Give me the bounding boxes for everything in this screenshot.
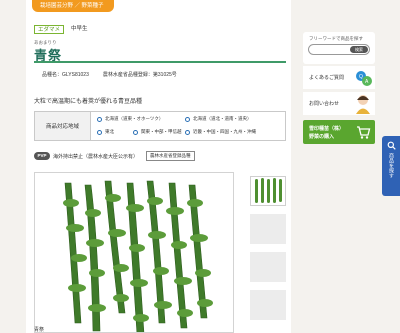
faq-icon: Q A (356, 71, 372, 86)
thumbnail-2[interactable] (250, 214, 286, 244)
search-title: フリーワードで商品を探す (309, 36, 363, 41)
radio-icon (97, 116, 102, 122)
shop-line1: 雪印種苗（株） (309, 126, 345, 132)
main-content: 栽培園芸分野 ／ 野菜種子 エダマメ 中早生 あおまりり 青祭 品種名：GLYS… (26, 0, 291, 333)
area-item: 東北 (97, 129, 114, 135)
radio-icon (185, 116, 190, 122)
search-button[interactable]: 検索 (350, 46, 368, 53)
thumbnail-3[interactable] (250, 252, 286, 282)
area-item: 北海道（道東・オホーツク） (97, 116, 163, 122)
faq-label: よくあるご質問 (309, 75, 345, 81)
sidebar-search: フリーワードで商品を探す 検索 (303, 32, 375, 64)
product-registration: 品種名：GLYS81023 農林水産省品種登録：第31025号 (42, 71, 177, 78)
cart-icon (357, 126, 371, 139)
photo-caption: 青祭 (34, 327, 45, 333)
radio-icon (185, 129, 190, 135)
area-box: 商品対応地域 北海道（道東・オホーツク） 北海道（道北・道南・道央） 東北 関東… (34, 111, 286, 141)
search-icon (387, 141, 396, 150)
breadcrumb[interactable]: 栽培園芸分野 ／ 野菜種子 (32, 0, 114, 12)
pvp-text: 海外持出禁止（農林水産大臣公示有） (53, 153, 139, 160)
floating-search-label: 商品を探す (388, 153, 394, 178)
thumbnail-1[interactable] (250, 176, 286, 206)
edamame-thumbnail-image (251, 177, 285, 205)
thumbnail-4[interactable] (250, 290, 286, 320)
tag-maturity: 中早生 (68, 25, 91, 34)
contact-label: お問い合わせ (309, 101, 340, 107)
title-divider (34, 61, 286, 63)
edamame-image (35, 173, 233, 332)
registration-number: 農林水産省品種登録：第31025号 (102, 72, 177, 78)
shop-line2: 野菜の購入 (309, 134, 335, 140)
product-catchphrase: 大粒で高温期にも着莢が優れる青豆品種 (34, 99, 143, 105)
registered-badge: 農林水産省登録品種 (146, 151, 195, 161)
area-item: 関東・中部・甲信越 (133, 129, 182, 135)
radio-icon (133, 129, 138, 135)
search-input[interactable]: 検索 (308, 44, 370, 55)
page: 栽培園芸分野 ／ 野菜種子 エダマメ 中早生 あおまりり 青祭 品種名：GLYS… (26, 0, 375, 333)
pvp-icon: PVP (34, 152, 50, 160)
radio-icon (97, 129, 102, 135)
sidebar-faq[interactable]: よくあるご質問 Q A (303, 66, 375, 89)
pvp-notice: PVP 海外持出禁止（農林水産大臣公示有） 農林水産省登録品種 (34, 151, 195, 161)
svg-text:Q: Q (359, 74, 363, 80)
tag-crop[interactable]: エダマメ (34, 25, 65, 34)
product-photo[interactable] (34, 172, 234, 333)
shop-link[interactable]: 雪印種苗（株） 野菜の購入 (303, 120, 375, 144)
operator-icon (356, 95, 370, 114)
sidebar-contact[interactable]: お問い合わせ (303, 92, 375, 115)
floating-search-tab[interactable]: 商品を探す (382, 136, 400, 196)
tag-list: エダマメ 中早生 (34, 25, 91, 34)
area-item: 近畿・中国・四国・九州・沖縄 (185, 129, 256, 135)
area-item: 北海道（道北・道南・道央） (185, 116, 252, 122)
item-number: 品種名：GLYS81023 (42, 72, 89, 78)
area-label: 商品対応地域 (35, 112, 91, 140)
